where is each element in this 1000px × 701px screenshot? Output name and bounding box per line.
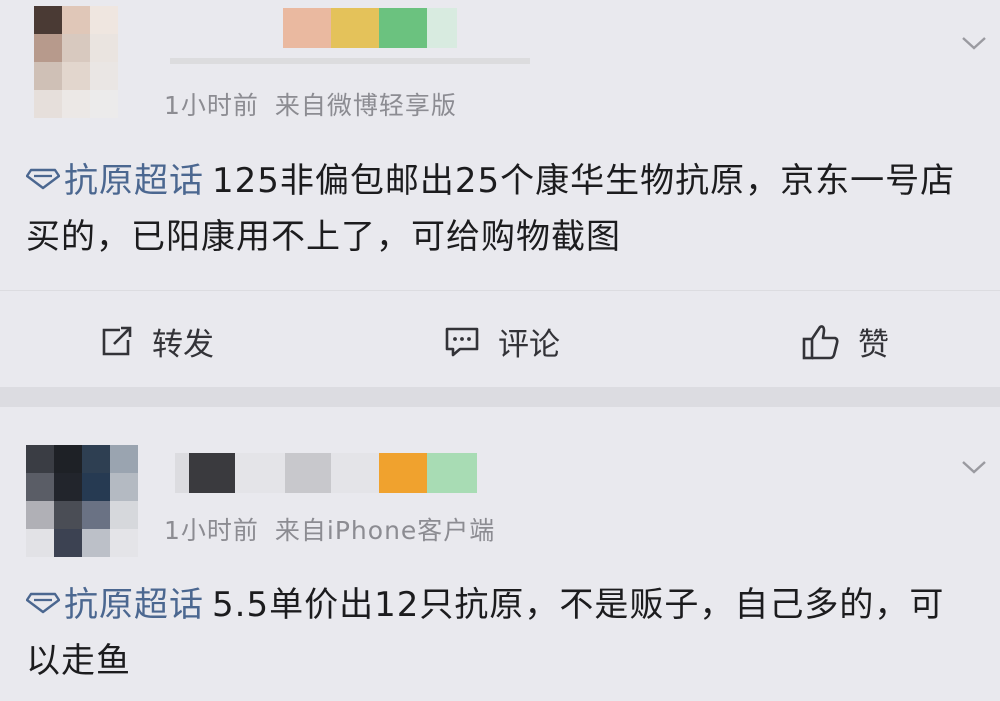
- comment-button[interactable]: 评论: [444, 319, 560, 364]
- like-label: 赞: [858, 327, 889, 363]
- chevron-down-icon[interactable]: [960, 33, 988, 53]
- diamond-icon: [26, 592, 60, 614]
- username-underline: [170, 58, 530, 64]
- comment-label: 评论: [498, 327, 560, 363]
- feed-separator: [0, 387, 1000, 407]
- topic-link[interactable]: 抗原超话: [64, 585, 204, 625]
- chevron-down-icon[interactable]: [960, 457, 988, 477]
- post-time: 1小时前: [164, 516, 259, 545]
- feed-post: 1小时前 来自微博轻享版 抗原超话 125非偏包邮出25个康华生物抗原，京东一号店买…: [0, 0, 1000, 387]
- post-time: 1小时前: [164, 91, 259, 120]
- post-content: 抗原超话 5.5单价出12只抗原，不是贩子，自己多的，可以走鱼: [26, 577, 976, 689]
- repost-icon: [102, 326, 132, 355]
- post-content: 抗原超话 125非偏包邮出25个康华生物抗原，京东一号店买的，已阳康用不上了，可给…: [26, 153, 976, 265]
- repost-button[interactable]: 转发: [100, 319, 214, 364]
- repost-label: 转发: [152, 327, 214, 363]
- post-meta: 1小时前 来自iPhone客户端: [164, 511, 495, 547]
- action-bar: 转发 评论 赞: [0, 290, 1000, 388]
- username[interactable]: [175, 453, 477, 493]
- like-button[interactable]: 赞: [802, 319, 889, 364]
- diamond-icon: [26, 168, 60, 190]
- comment-icon: [445, 327, 479, 356]
- feed-post: 1小时前 来自iPhone客户端 抗原超话 5.5单价出12只抗原，不是贩子，自己多…: [0, 407, 1000, 701]
- username[interactable]: [283, 8, 457, 48]
- post-source[interactable]: 来自微博轻享版: [275, 91, 457, 120]
- post-source[interactable]: 来自iPhone客户端: [275, 516, 495, 545]
- post-meta: 1小时前 来自微博轻享版: [164, 86, 457, 122]
- avatar[interactable]: [34, 6, 118, 118]
- topic-link[interactable]: 抗原超话: [64, 161, 204, 201]
- avatar[interactable]: [26, 445, 138, 557]
- thumbs-up-icon: [802, 324, 839, 359]
